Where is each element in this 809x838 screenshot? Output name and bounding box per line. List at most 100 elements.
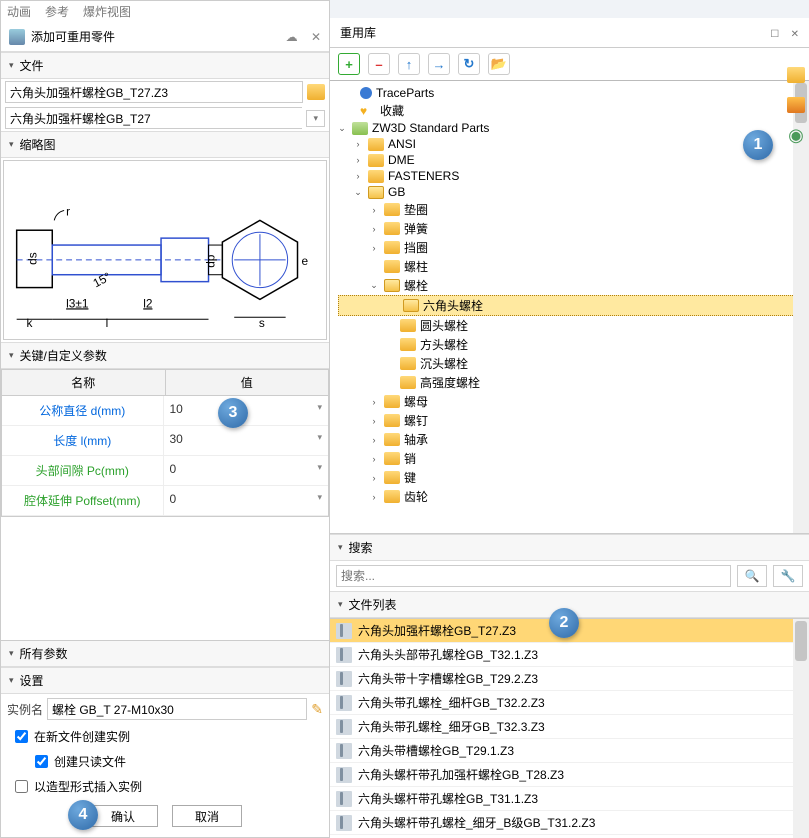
file-list[interactable]: 六角头加强杆螺栓GB_T27.Z3 六角头头部带孔螺栓GB_T32.1.Z3 六… <box>330 618 809 838</box>
tree-ansi[interactable]: ANSI <box>388 137 416 151</box>
section-all-params[interactable]: 所有参数 <box>1 640 329 667</box>
param-length-value[interactable]: 30 <box>164 426 329 455</box>
restore-icon[interactable]: ☐ <box>770 29 779 40</box>
tree-gb[interactable]: GB <box>388 185 405 199</box>
tree-toggle[interactable]: ⌄ <box>352 187 364 198</box>
tree-toggle[interactable]: › <box>368 224 380 234</box>
tree-item[interactable]: 螺柱 <box>404 258 428 275</box>
param-cavity-offset-label: 腔体延伸 Poffset(mm) <box>2 486 164 515</box>
config-dropdown[interactable]: ▾ <box>306 110 325 127</box>
tree-item[interactable]: 挡圈 <box>404 239 428 256</box>
tree-toggle[interactable]: › <box>368 473 380 483</box>
tree-item[interactable]: 齿轮 <box>404 488 428 505</box>
up-button[interactable]: ↑ <box>398 53 420 75</box>
tree-standard-parts[interactable]: ZW3D Standard Parts <box>372 121 489 135</box>
cancel-button[interactable]: 取消 <box>172 805 242 827</box>
tree-toggle[interactable]: ⌄ <box>368 280 380 291</box>
tree-item[interactable]: 键 <box>404 469 416 486</box>
library-tree[interactable]: TraceParts ♥ 收藏 ⌄ ZW3D Standard Parts › ANS… <box>330 81 809 534</box>
reuse-library-title: 重用库 <box>340 24 376 41</box>
close-panel-icon[interactable]: ✕ <box>791 29 799 40</box>
param-cavity-offset-value[interactable]: 0 <box>164 486 329 515</box>
search-button[interactable]: 🔍 <box>737 565 767 587</box>
section-file[interactable]: 文件 <box>1 52 329 79</box>
favorites-icon: ♥ <box>360 104 376 117</box>
part-file-icon <box>336 815 352 831</box>
menu-explode[interactable]: 爆炸视图 <box>83 3 131 20</box>
tree-toggle[interactable]: › <box>368 205 380 215</box>
section-thumbnail[interactable]: 缩略图 <box>1 131 329 158</box>
cb-insert-as-shape-label: 以造型形式插入实例 <box>34 778 142 795</box>
search-input[interactable] <box>336 565 731 587</box>
sidebar-folder-alt-icon[interactable] <box>785 94 807 116</box>
tree-toggle[interactable]: › <box>368 243 380 253</box>
tree-item[interactable]: 方头螺栓 <box>420 336 468 353</box>
tree-toggle[interactable]: › <box>368 416 380 426</box>
tree-favorites[interactable]: 收藏 <box>380 102 404 119</box>
file-item[interactable]: 六角头带槽螺栓GB_T29.1.Z3 <box>330 739 809 763</box>
search-settings-button[interactable]: 🔧 <box>773 565 803 587</box>
sidebar-cube-icon[interactable]: ◉ <box>785 124 807 146</box>
instance-name-input[interactable] <box>47 698 307 720</box>
remove-button[interactable]: – <box>368 53 390 75</box>
section-settings[interactable]: 设置 <box>1 667 329 694</box>
tree-item[interactable]: 轴承 <box>404 431 428 448</box>
tree-dme[interactable]: DME <box>388 153 415 167</box>
cb-insert-as-shape[interactable] <box>15 780 28 793</box>
config-input[interactable] <box>5 107 302 129</box>
section-search[interactable]: 搜索 <box>330 534 809 561</box>
file-item[interactable]: 六角头带十字槽螺栓GB_T29.2.Z3 <box>330 667 809 691</box>
filelist-scrollbar[interactable] <box>793 619 809 838</box>
forward-button[interactable]: → <box>428 53 450 75</box>
cb-create-in-new-file[interactable] <box>15 730 28 743</box>
tree-item[interactable]: 螺母 <box>404 393 428 410</box>
tree-toggle[interactable]: › <box>368 454 380 464</box>
tree-toggle[interactable]: › <box>368 397 380 407</box>
tree-fasteners[interactable]: FASTENERS <box>388 169 459 183</box>
param-head-clearance-label: 头部间隙 Pc(mm) <box>2 456 164 485</box>
browse-icon[interactable] <box>307 84 325 100</box>
folder-icon <box>384 433 400 446</box>
tree-toggle[interactable]: › <box>368 435 380 445</box>
file-item[interactable]: 六角头螺杆带孔螺栓GB_T31.1.Z3 <box>330 787 809 811</box>
file-path-input[interactable] <box>5 81 303 103</box>
tree-toggle[interactable]: › <box>352 139 364 149</box>
tree-item[interactable]: 圆头螺栓 <box>420 317 468 334</box>
sidebar-folder-icon[interactable] <box>785 64 807 86</box>
tree-toggle[interactable]: › <box>352 155 364 165</box>
file-name: 六角头头部带孔螺栓GB_T32.1.Z3 <box>358 646 538 663</box>
tree-item[interactable]: 弹簧 <box>404 220 428 237</box>
tree-item[interactable]: 螺钉 <box>404 412 428 429</box>
param-head-clearance-value[interactable]: 0 <box>164 456 329 485</box>
tree-item[interactable]: 垫圈 <box>404 201 428 218</box>
section-key-params[interactable]: 关键/自定义参数 <box>1 342 329 369</box>
tree-toggle[interactable]: › <box>368 492 380 502</box>
tree-toggle[interactable]: ⌄ <box>336 123 348 134</box>
file-item[interactable]: 六角头带孔螺栓_细牙GB_T32.3.Z3 <box>330 715 809 739</box>
ok-button[interactable]: 确认 <box>88 805 158 827</box>
file-item[interactable]: 六角头螺杆带孔加强杆螺栓GB_T28.Z3 <box>330 763 809 787</box>
file-item[interactable]: 六角头带孔螺栓_细杆GB_T32.2.Z3 <box>330 691 809 715</box>
edit-icon[interactable]: ✎ <box>311 701 323 718</box>
tree-traceparts[interactable]: TraceParts <box>376 86 434 100</box>
cb-create-readonly[interactable] <box>35 755 48 768</box>
menu-animation[interactable]: 动画 <box>7 3 31 20</box>
svg-text:15°: 15° <box>91 269 114 290</box>
menu-reference[interactable]: 参考 <box>45 3 69 20</box>
tree-hex-head-bolt[interactable]: 六角头螺栓 <box>423 297 483 314</box>
tree-toggle[interactable]: › <box>352 171 364 181</box>
tree-item[interactable]: 沉头螺栓 <box>420 355 468 372</box>
file-item[interactable]: 六角头螺杆带孔螺栓_细牙_B级GB_T31.2.Z3 <box>330 811 809 835</box>
add-button[interactable]: + <box>338 53 360 75</box>
help-icon[interactable]: ☁ <box>286 30 298 44</box>
folder-icon <box>384 222 400 235</box>
close-icon[interactable]: ✕ <box>311 30 321 44</box>
file-name: 六角头螺杆带孔螺栓_细牙_B级GB_T31.2.Z3 <box>358 814 595 831</box>
part-file-icon <box>336 791 352 807</box>
tree-bolt[interactable]: 螺栓 <box>404 277 428 294</box>
refresh-button[interactable]: ↻ <box>458 53 480 75</box>
open-folder-button[interactable]: 📂 <box>488 53 510 75</box>
file-item[interactable]: 六角头头部带孔螺栓GB_T32.1.Z3 <box>330 643 809 667</box>
tree-item[interactable]: 销 <box>404 450 416 467</box>
tree-item[interactable]: 高强度螺栓 <box>420 374 480 391</box>
